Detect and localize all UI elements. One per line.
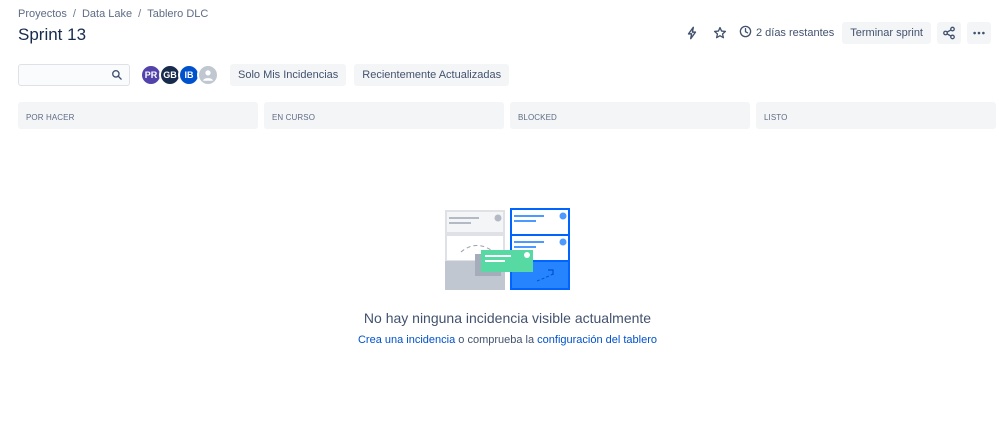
time-remaining-text: 2 días restantes — [755, 27, 835, 39]
board-toolbar: PR GB IB Solo Mis Incidencias Recienteme… — [18, 64, 510, 86]
breadcrumb-item-board[interactable]: Tablero DLC — [147, 8, 208, 20]
breadcrumb-separator: / — [138, 8, 142, 20]
filter-recently-updated-button[interactable]: Recientemente Actualizadas — [354, 64, 510, 86]
filter-only-my-issues-button[interactable]: Solo Mis Incidencias — [230, 64, 347, 86]
header-actions: 2 días restantes Terminar sprint — [681, 22, 991, 44]
board-columns: POR HACER EN CURSO BLOCKED LISTO — [18, 102, 996, 129]
breadcrumb-item-projects[interactable]: Proyectos — [18, 8, 67, 20]
breadcrumb-item-project[interactable]: Data Lake — [82, 8, 132, 20]
end-sprint-button[interactable]: Terminar sprint — [842, 22, 931, 44]
breadcrumb: Proyectos / Data Lake / Tablero DLC — [18, 8, 208, 20]
empty-state: No hay ninguna incidencia visible actual… — [0, 208, 999, 346]
create-issue-link[interactable]: Crea una incidencia — [358, 334, 455, 346]
empty-state-subtitle: Crea una incidencia o comprueba la confi… — [0, 334, 999, 346]
search-input[interactable] — [19, 65, 109, 85]
board-settings-link[interactable]: configuración del tablero — [537, 334, 657, 346]
star-icon[interactable] — [709, 22, 731, 44]
breadcrumb-separator: / — [72, 8, 76, 20]
page-title: Sprint 13 — [18, 25, 87, 44]
avatar-group: PR GB IB — [140, 64, 219, 86]
user-icon — [203, 70, 213, 81]
time-remaining: 2 días restantes — [739, 25, 834, 41]
column-header-todo[interactable]: POR HACER — [18, 102, 258, 129]
lightning-icon[interactable] — [681, 22, 703, 44]
empty-state-middle-text: o comprueba la — [455, 334, 538, 346]
empty-state-title: No hay ninguna incidencia visible actual… — [363, 310, 652, 326]
search-box — [18, 64, 130, 86]
share-icon[interactable] — [937, 22, 961, 44]
avatar-unassigned[interactable] — [197, 64, 219, 86]
column-header-done[interactable]: LISTO — [756, 102, 996, 129]
column-header-blocked[interactable]: BLOCKED — [510, 102, 750, 129]
search-icon[interactable] — [111, 69, 123, 81]
more-icon[interactable] — [967, 22, 991, 44]
column-header-in-progress[interactable]: EN CURSO — [264, 102, 504, 129]
clock-icon — [739, 25, 752, 41]
empty-board-illustration — [444, 208, 570, 290]
